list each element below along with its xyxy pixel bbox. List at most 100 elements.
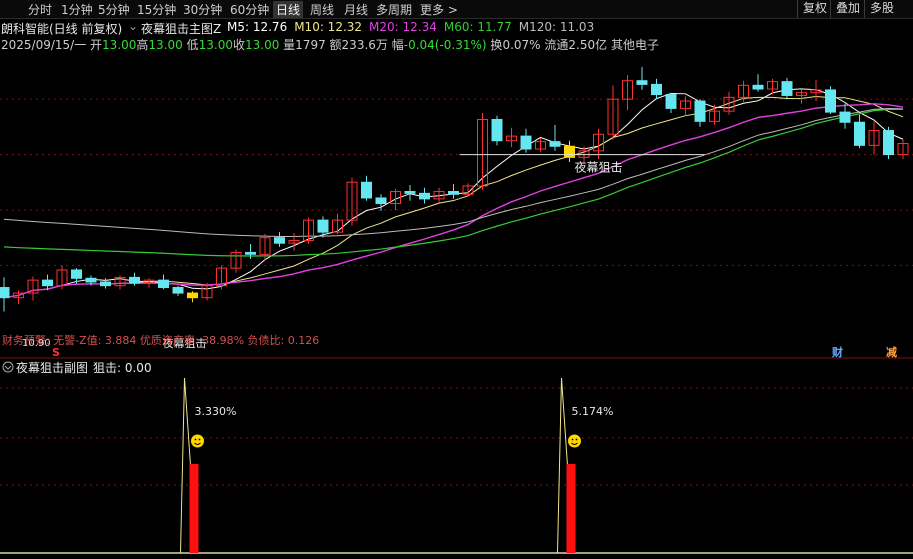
period-tab-10[interactable]: 更多 >: [420, 1, 458, 18]
candlesticks: [0, 66, 909, 312]
candle: [303, 217, 314, 245]
sub-chart-title: 夜幕狙击副图 狙击: 0.00: [2, 360, 152, 375]
candle: [752, 74, 764, 92]
signal-label: 夜幕狙击: [575, 160, 623, 175]
candle: [839, 103, 851, 129]
candle-body: [665, 94, 677, 109]
candle: [781, 77, 793, 100]
signal-red-bar: [189, 464, 199, 553]
low-price-label: 10.90: [22, 338, 51, 349]
candle-body: [694, 100, 706, 122]
sub-dropdown-icon: [2, 361, 14, 373]
smiley-icon: [191, 434, 204, 448]
candle: [549, 125, 561, 151]
main-gridlines: [0, 98, 913, 266]
candle: [665, 92, 677, 114]
candle-body: [839, 111, 851, 123]
candle-body: [245, 251, 256, 255]
marker-1: 财: [831, 345, 843, 359]
candle-body: [883, 130, 894, 156]
period-tab-3[interactable]: 15分钟: [137, 1, 176, 18]
sub-signal: 5.174%: [557, 377, 614, 554]
period-tab-7[interactable]: 周线: [310, 1, 334, 18]
toolbar-button-1[interactable]: 叠加: [830, 0, 865, 18]
candle-body: [172, 287, 184, 294]
signal-red-bar: [566, 464, 576, 553]
smiley-icon: [568, 434, 581, 448]
period-tab-8[interactable]: 月线: [344, 1, 368, 18]
candle: [680, 96, 691, 116]
candle: [491, 115, 503, 146]
candle-body: [317, 219, 329, 233]
signal-percent: 5.174%: [572, 405, 614, 418]
smiley-eye: [198, 438, 201, 441]
candle: [694, 99, 706, 127]
candle-body: [187, 292, 198, 299]
candle: [723, 91, 735, 115]
candle: [520, 128, 532, 153]
candle-body: [71, 269, 82, 279]
candle-body: [636, 80, 648, 85]
candle: [143, 278, 155, 288]
candle-body: [375, 197, 387, 205]
candle-body: [781, 81, 793, 96]
candle: [274, 232, 285, 247]
signal-percent: 3.330%: [195, 405, 237, 418]
sub-indicator-name: 夜幕狙击副图: [16, 360, 88, 375]
candle: [419, 187, 430, 204]
candle: [810, 79, 822, 102]
candle: [172, 285, 184, 296]
candle: [897, 139, 909, 160]
candle: [56, 265, 68, 290]
candle-body: [419, 192, 430, 200]
candle-body: [854, 121, 865, 146]
ma-line-120: [3, 107, 904, 238]
candle: [404, 185, 416, 201]
candle: [506, 127, 517, 148]
candle: [27, 276, 39, 301]
toolbar-button-0[interactable]: 复权: [797, 0, 832, 18]
period-tab-2[interactable]: 5分钟: [98, 1, 130, 18]
candle: [158, 274, 169, 290]
candle-body: [361, 181, 372, 199]
period-tab-0[interactable]: 分时: [28, 1, 52, 18]
candle: [216, 265, 227, 290]
candle-body: [651, 83, 662, 96]
candle-body: [0, 287, 10, 299]
candle-body: [549, 141, 561, 147]
candle: [245, 244, 256, 259]
period-tab-6[interactable]: 日线: [273, 1, 304, 18]
candle: [607, 85, 619, 140]
period-tab-5[interactable]: 60分钟: [230, 1, 269, 18]
candle-body: [42, 279, 53, 287]
toolbar-button-2[interactable]: 多股: [864, 0, 899, 18]
period-tab-1[interactable]: 1分钟: [61, 1, 93, 18]
candle-body: [274, 237, 285, 244]
candle-body: [752, 84, 764, 90]
period-tab-4[interactable]: 30分钟: [183, 1, 222, 18]
candle: [332, 213, 343, 234]
candle: [564, 140, 575, 162]
candle-body: [491, 118, 503, 142]
candle: [71, 268, 82, 284]
candle: [201, 282, 213, 301]
sub-gridlines: [0, 387, 913, 486]
smiley-eye: [571, 438, 574, 441]
candle: [883, 126, 894, 160]
candle: [622, 75, 633, 111]
candle: [462, 183, 474, 198]
period-tab-9[interactable]: 多周期: [376, 1, 412, 18]
sub-dropdown-chevron: [4, 365, 12, 370]
candle-body: [100, 281, 111, 287]
candle: [114, 275, 126, 290]
smiley-eye: [575, 438, 578, 441]
candle-body: [564, 145, 575, 158]
kline-chart-area[interactable]: 夜幕狙击夜幕狙击财务预警: 无警-Z值: 3.884 优质资产率: 38.98%…: [0, 18, 913, 559]
candle-body: [520, 135, 532, 150]
candle: [651, 78, 662, 100]
candle: [636, 66, 648, 90]
candle-body: [404, 191, 416, 194]
candle: [187, 291, 198, 303]
sub-indicator-value: 狙击: 0.00: [93, 361, 152, 375]
candle: [317, 216, 329, 238]
